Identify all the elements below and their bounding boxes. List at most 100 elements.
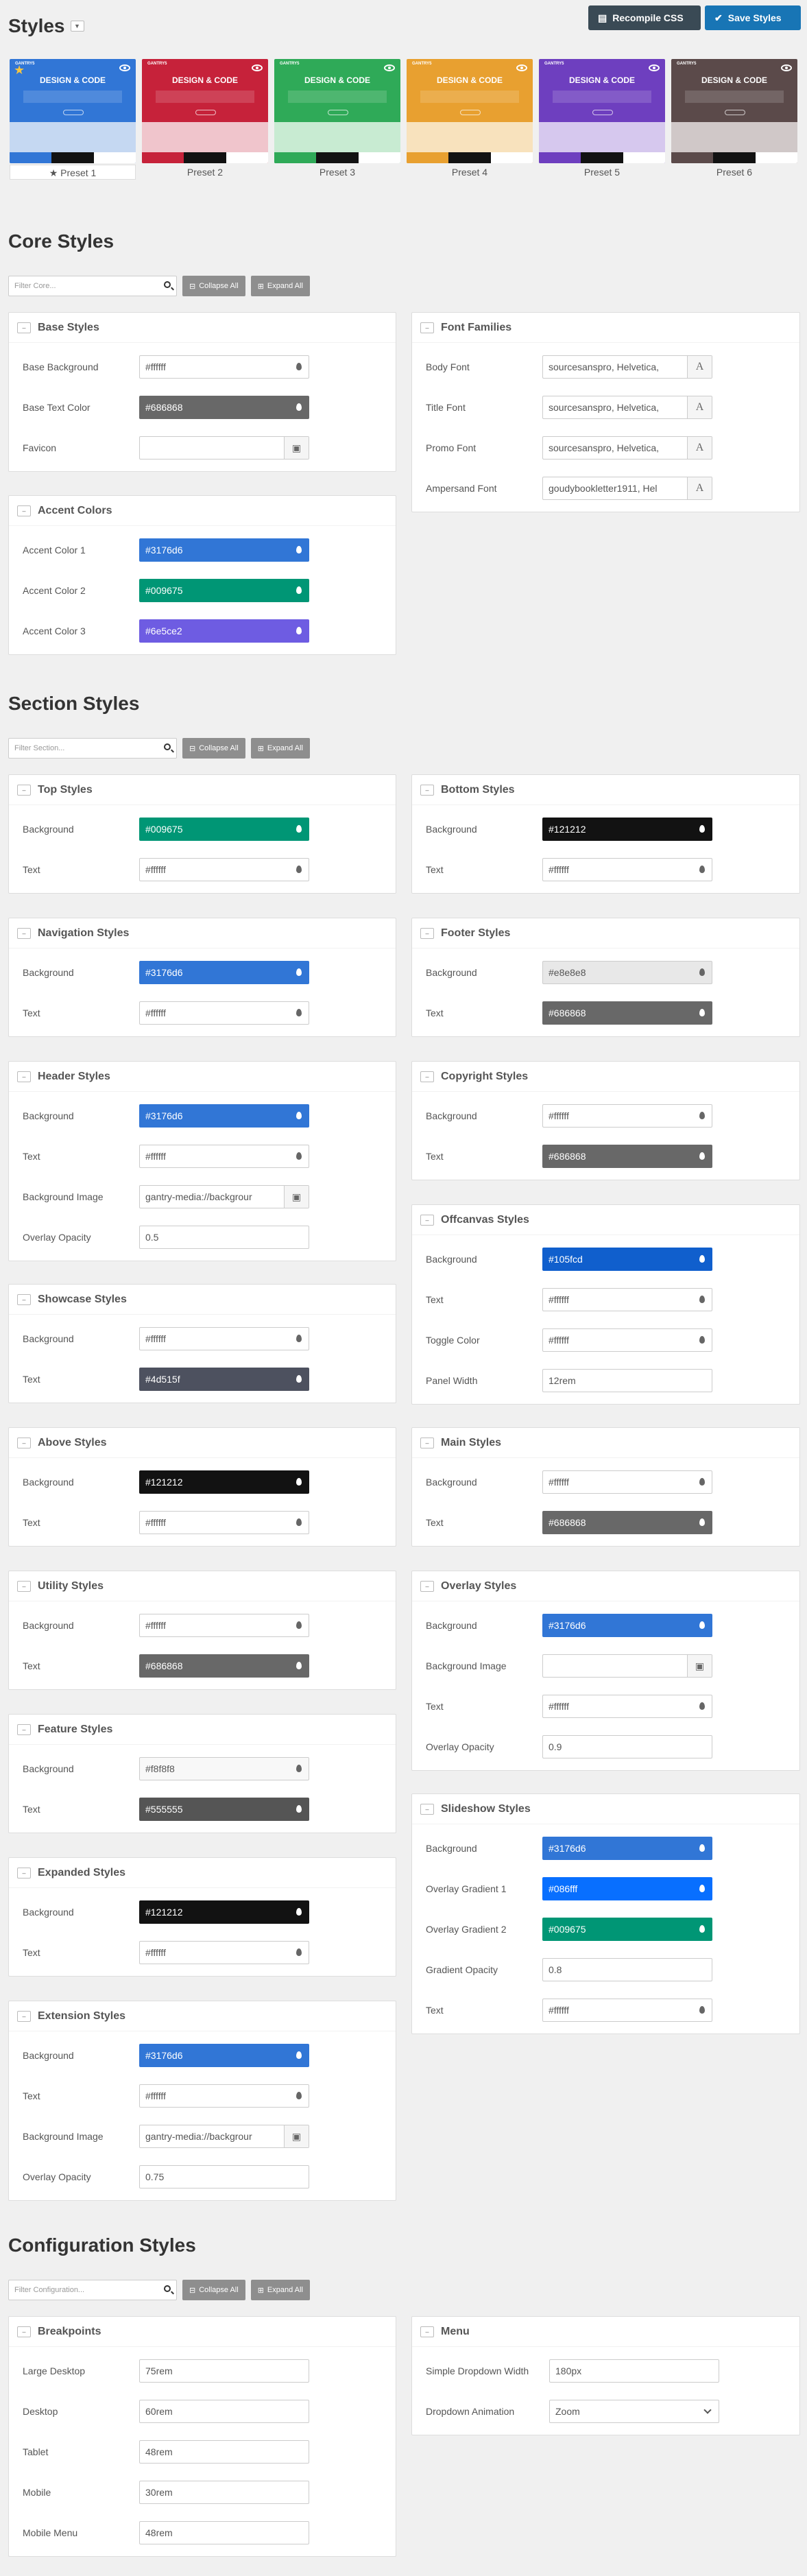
text-input[interactable]: 0.5: [139, 1226, 309, 1249]
preset-6[interactable]: GANTRY5 DESIGN & CODE Preset 6: [671, 59, 797, 180]
collapse-toggle-icon[interactable]: –: [17, 505, 31, 516]
color-input[interactable]: #ffffff: [542, 1288, 712, 1311]
color-drop-icon[interactable]: [699, 825, 705, 833]
color-input[interactable]: #ffffff: [139, 1327, 309, 1350]
color-drop-icon[interactable]: [699, 1702, 705, 1710]
color-input[interactable]: #3176d6: [139, 961, 309, 984]
font-picker-icon[interactable]: A: [687, 477, 712, 499]
color-drop-icon[interactable]: [296, 1805, 302, 1813]
color-input[interactable]: #4d515f: [139, 1368, 309, 1391]
core-filter-input[interactable]: Filter Core...: [8, 276, 177, 296]
color-input[interactable]: #686868: [542, 1511, 712, 1534]
image-picker-input[interactable]: ▣: [139, 436, 309, 460]
preset-5[interactable]: GANTRY5 DESIGN & CODE Preset 5: [539, 59, 665, 180]
color-drop-icon[interactable]: [296, 1335, 302, 1342]
config-expand-all-button[interactable]: ⊞ Expand All: [250, 2280, 310, 2300]
text-input[interactable]: 180px: [549, 2359, 719, 2383]
preset-2[interactable]: GANTRY5 DESIGN & CODE Preset 2: [142, 59, 268, 180]
collapse-toggle-icon[interactable]: –: [420, 1803, 434, 1815]
color-drop-icon[interactable]: [699, 866, 705, 873]
text-input[interactable]: 0.9: [542, 1735, 712, 1758]
recompile-css-button[interactable]: ▤ Recompile CSS: [588, 5, 701, 30]
color-drop-icon[interactable]: [699, 1844, 705, 1852]
dropdown-select[interactable]: Zoom: [549, 2400, 719, 2423]
color-input[interactable]: #686868: [542, 1001, 712, 1025]
color-drop-icon[interactable]: [699, 1336, 705, 1344]
font-picker-input[interactable]: sourcesanspro, Helvetica, A: [542, 436, 712, 460]
collapse-toggle-icon[interactable]: –: [420, 1580, 434, 1592]
collapse-toggle-icon[interactable]: –: [420, 1437, 434, 1448]
collapse-toggle-icon[interactable]: –: [17, 1724, 31, 1735]
color-drop-icon[interactable]: [296, 546, 302, 553]
color-drop-icon[interactable]: [296, 1948, 302, 1956]
color-input[interactable]: #ffffff: [139, 355, 309, 379]
preset-thumbnail[interactable]: GANTRY5 DESIGN & CODE: [671, 59, 797, 163]
color-input[interactable]: #6e5ce2: [139, 619, 309, 643]
collapse-toggle-icon[interactable]: –: [420, 1071, 434, 1082]
font-picker-input[interactable]: sourcesanspro, Helvetica, A: [542, 396, 712, 419]
text-input[interactable]: 48rem: [139, 2521, 309, 2544]
color-drop-icon[interactable]: [296, 1621, 302, 1629]
preset-thumbnail[interactable]: GANTRY5 DESIGN & CODE ★: [10, 59, 136, 163]
color-drop-icon[interactable]: [296, 1478, 302, 1486]
image-picker-icon[interactable]: ▣: [284, 437, 309, 459]
image-picker-icon[interactable]: ▣: [284, 2125, 309, 2147]
color-drop-icon[interactable]: [296, 968, 302, 976]
color-input[interactable]: #121212: [139, 1470, 309, 1494]
color-input[interactable]: #ffffff: [139, 1511, 309, 1534]
preset-3[interactable]: GANTRY5 DESIGN & CODE Preset 3: [274, 59, 400, 180]
color-drop-icon[interactable]: [296, 825, 302, 833]
color-input[interactable]: #ffffff: [542, 1999, 712, 2022]
color-input[interactable]: #686868: [542, 1145, 712, 1168]
eye-icon[interactable]: [781, 64, 792, 71]
color-input[interactable]: #686868: [139, 396, 309, 419]
color-drop-icon[interactable]: [296, 2051, 302, 2059]
color-drop-icon[interactable]: [699, 1621, 705, 1629]
collapse-toggle-icon[interactable]: –: [17, 1867, 31, 1879]
color-input[interactable]: #086fff: [542, 1877, 712, 1900]
eye-icon[interactable]: [384, 64, 395, 71]
color-input[interactable]: #3176d6: [542, 1614, 712, 1637]
collapse-toggle-icon[interactable]: –: [420, 927, 434, 939]
color-input[interactable]: #ffffff: [542, 1695, 712, 1718]
color-drop-icon[interactable]: [296, 403, 302, 411]
collapse-toggle-icon[interactable]: –: [420, 1214, 434, 1226]
color-drop-icon[interactable]: [699, 1112, 705, 1119]
color-drop-icon[interactable]: [296, 1112, 302, 1119]
color-drop-icon[interactable]: [699, 1478, 705, 1486]
section-expand-all-button[interactable]: ⊞ Expand All: [250, 738, 310, 759]
font-picker-input[interactable]: sourcesanspro, Helvetica, A: [542, 355, 712, 379]
color-input[interactable]: #ffffff: [139, 1941, 309, 1964]
collapse-toggle-icon[interactable]: –: [17, 1071, 31, 1082]
core-expand-all-button[interactable]: ⊞ Expand All: [250, 276, 310, 296]
preset-thumbnail[interactable]: GANTRY5 DESIGN & CODE: [407, 59, 533, 163]
color-input[interactable]: #ffffff: [542, 1104, 712, 1128]
color-input[interactable]: #121212: [139, 1900, 309, 1924]
color-drop-icon[interactable]: [296, 1518, 302, 1526]
text-input[interactable]: 12rem: [542, 1369, 712, 1392]
color-input[interactable]: #ffffff: [139, 858, 309, 881]
chevron-down-icon[interactable]: ▼: [70, 21, 84, 32]
eye-icon[interactable]: [649, 64, 660, 71]
color-input[interactable]: #105fcd: [542, 1248, 712, 1271]
color-input[interactable]: #009675: [139, 579, 309, 602]
section-filter-input[interactable]: Filter Section...: [8, 738, 177, 759]
collapse-toggle-icon[interactable]: –: [17, 1580, 31, 1592]
eye-icon[interactable]: [252, 64, 263, 71]
color-input[interactable]: #121212: [542, 818, 712, 841]
section-collapse-all-button[interactable]: ⊟ Collapse All: [182, 738, 245, 759]
image-picker-icon[interactable]: ▣: [687, 1655, 712, 1677]
text-input[interactable]: 0.8: [542, 1958, 712, 1981]
color-drop-icon[interactable]: [699, 1152, 705, 1160]
color-input[interactable]: #f8f8f8: [139, 1757, 309, 1780]
color-drop-icon[interactable]: [296, 1765, 302, 1772]
color-drop-icon[interactable]: [699, 1009, 705, 1016]
save-styles-button[interactable]: ✔ Save Styles: [705, 5, 801, 30]
color-input[interactable]: #ffffff: [139, 1145, 309, 1168]
font-picker-input[interactable]: goudybookletter1911, Hel A: [542, 477, 712, 500]
core-collapse-all-button[interactable]: ⊟ Collapse All: [182, 276, 245, 296]
color-drop-icon[interactable]: [699, 1925, 705, 1933]
eye-icon[interactable]: [119, 64, 130, 71]
color-drop-icon[interactable]: [699, 2006, 705, 2014]
image-picker-input[interactable]: gantry-media://backgrour ▣: [139, 1185, 309, 1208]
